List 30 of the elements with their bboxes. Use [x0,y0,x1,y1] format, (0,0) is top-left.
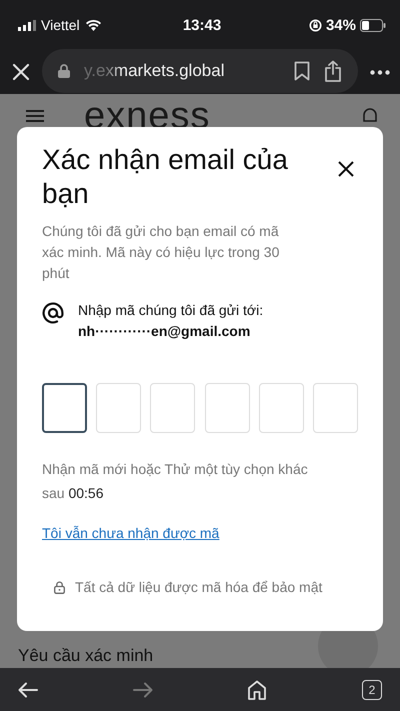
tabs-button[interactable]: 2 [362,680,382,700]
share-icon[interactable] [324,60,342,82]
wifi-icon [84,19,102,31]
battery-percent: 34% [326,16,356,34]
security-note: Tất cả dữ liệu được mã hóa để bảo mật [75,579,322,595]
dialog-title: Xác nhận email của bạn [42,143,289,211]
home-button[interactable] [247,680,268,700]
back-button[interactable] [18,682,38,698]
code-digit-field[interactable] [42,383,87,433]
signal-icon [18,20,36,30]
battery-icon [360,18,386,32]
not-received-link[interactable]: Tôi vẫn chưa nhận được mã [42,525,220,541]
carrier-name: Viettel [41,17,80,33]
bookmark-icon[interactable] [294,61,310,81]
menu-icon[interactable] [26,109,44,123]
lock-icon [54,580,65,594]
resend-text: Nhận mã mới hoặc Thử một tùy chọn khác sau 00:56 [42,460,309,503]
close-icon[interactable] [12,63,30,81]
email-address: nh············en@gmail.com [78,323,252,339]
more-icon[interactable] [370,70,390,74]
address-bar[interactable]: y.exmarkets.global [42,49,358,93]
bell-icon[interactable] [362,107,378,125]
lock-icon [58,64,70,78]
section-title: Yêu cầu xác minh [17,646,154,667]
clock-time: 13:43 [182,16,222,34]
dialog-description: Chúng tôi đã gửi cho bạn email có mã xác minh. Mã này có hiệu lực trong 30 phút [42,222,280,283]
url-text: y.exmarkets.global [84,61,226,81]
at-sign-icon [42,302,64,324]
sent-to-label: Nhập mã chúng tôi đã gửi tới: [78,302,264,318]
rotation-lock-icon [308,18,322,32]
